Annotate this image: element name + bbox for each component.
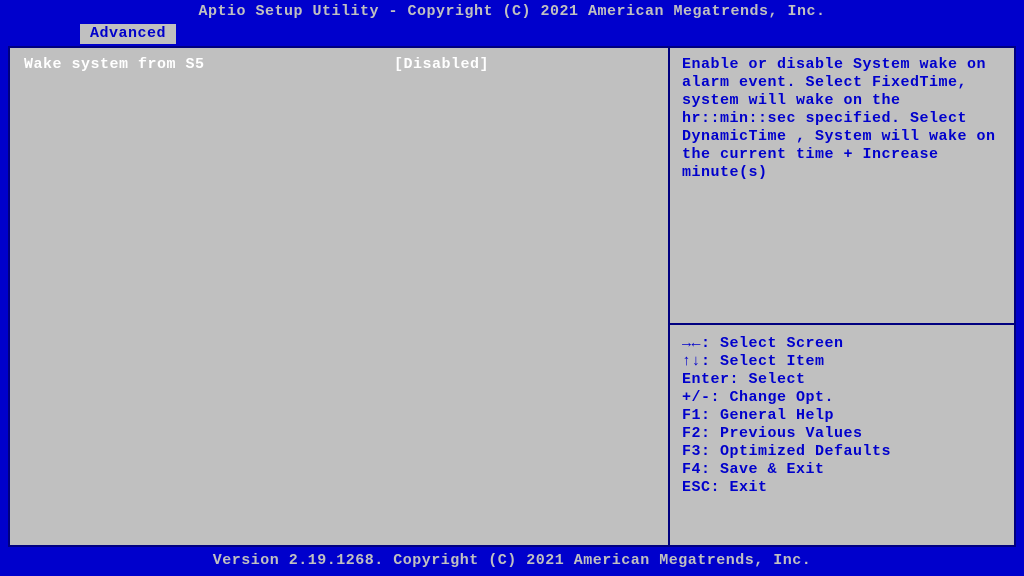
key-enter: Enter: Select [682, 371, 1004, 389]
header-title: Aptio Setup Utility - Copyright (C) 2021… [0, 0, 1024, 24]
key-general-help: F1: General Help [682, 407, 1004, 425]
key-optimized-defaults: F3: Optimized Defaults [682, 443, 1004, 461]
setting-value: [Disabled] [394, 56, 489, 73]
content-box: Wake system from S5 [Disabled] Enable or… [6, 44, 1018, 549]
bottom-spacer [682, 497, 1004, 537]
key-select-screen: →←: Select Screen [682, 335, 1004, 353]
spacer [682, 182, 1004, 313]
divider [670, 323, 1016, 325]
footer-text: Version 2.19.1268. Copyright (C) 2021 Am… [0, 549, 1024, 576]
settings-panel: Wake system from S5 [Disabled] [8, 46, 670, 547]
help-text: Enable or disable System wake on alarm e… [682, 56, 1004, 182]
key-esc-exit: ESC: Exit [682, 479, 1004, 497]
tab-bar: Advanced [0, 24, 1024, 44]
tab-advanced[interactable]: Advanced [80, 24, 176, 44]
setting-wake-s5[interactable]: Wake system from S5 [Disabled] [24, 56, 652, 73]
key-select-item: ↑↓: Select Item [682, 353, 1004, 371]
help-panel: Enable or disable System wake on alarm e… [670, 46, 1016, 547]
keys-help: →←: Select Screen ↑↓: Select Item Enter:… [682, 335, 1004, 497]
key-previous-values: F2: Previous Values [682, 425, 1004, 443]
key-change-opt: +/-: Change Opt. [682, 389, 1004, 407]
key-save-exit: F4: Save & Exit [682, 461, 1004, 479]
setting-label: Wake system from S5 [24, 56, 394, 73]
main-container: Wake system from S5 [Disabled] Enable or… [0, 44, 1024, 549]
